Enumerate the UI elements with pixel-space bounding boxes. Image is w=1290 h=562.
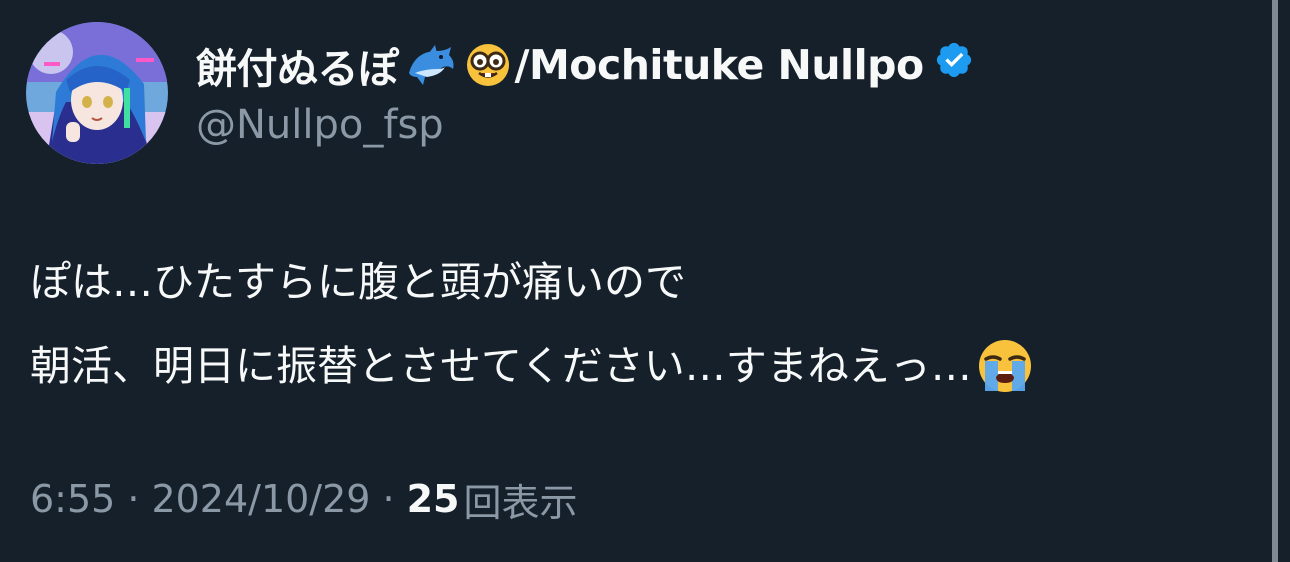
dolphin-icon — [405, 43, 457, 87]
avatar[interactable] — [26, 22, 168, 164]
verified-badge-icon[interactable] — [934, 40, 974, 90]
tweet-line-2: 朝活、明日に振替とさせてください…すまねえっ… — [30, 324, 1034, 408]
tweet-text: ぽは…ひたすらに腹と頭が痛いので 朝活、明日に振替とさせてください…すまねえっ… — [30, 240, 1034, 408]
meta-separator: · — [127, 477, 140, 521]
views-count[interactable]: 25 — [407, 477, 460, 521]
author-display-name[interactable]: 餅付ぬるぽ /Mochituke Nullpo — [196, 34, 974, 96]
scrollbar[interactable] — [1272, 0, 1278, 562]
nerd-face-icon — [465, 42, 511, 88]
tweet-time[interactable]: 6:55 — [30, 477, 115, 521]
meta-separator: · — [382, 477, 395, 521]
tweet-line-1: ぽは…ひたすらに腹と頭が痛いので — [30, 258, 686, 306]
tweet-line-2-text: 朝活、明日に振替とさせてください…すまねえっ… — [30, 342, 972, 390]
loudly-crying-face-icon — [976, 337, 1034, 395]
display-name-suffix: /Mochituke Nullpo — [514, 41, 925, 89]
tweet-meta: 6:55 · 2024/10/29 · 25 回表示 — [30, 474, 578, 525]
author-handle[interactable]: @Nullpo_fsp — [196, 102, 444, 148]
display-name-prefix: 餅付ぬるぽ — [196, 45, 399, 93]
views-label: 回表示 — [463, 480, 578, 525]
tweet-date[interactable]: 2024/10/29 — [151, 477, 370, 521]
